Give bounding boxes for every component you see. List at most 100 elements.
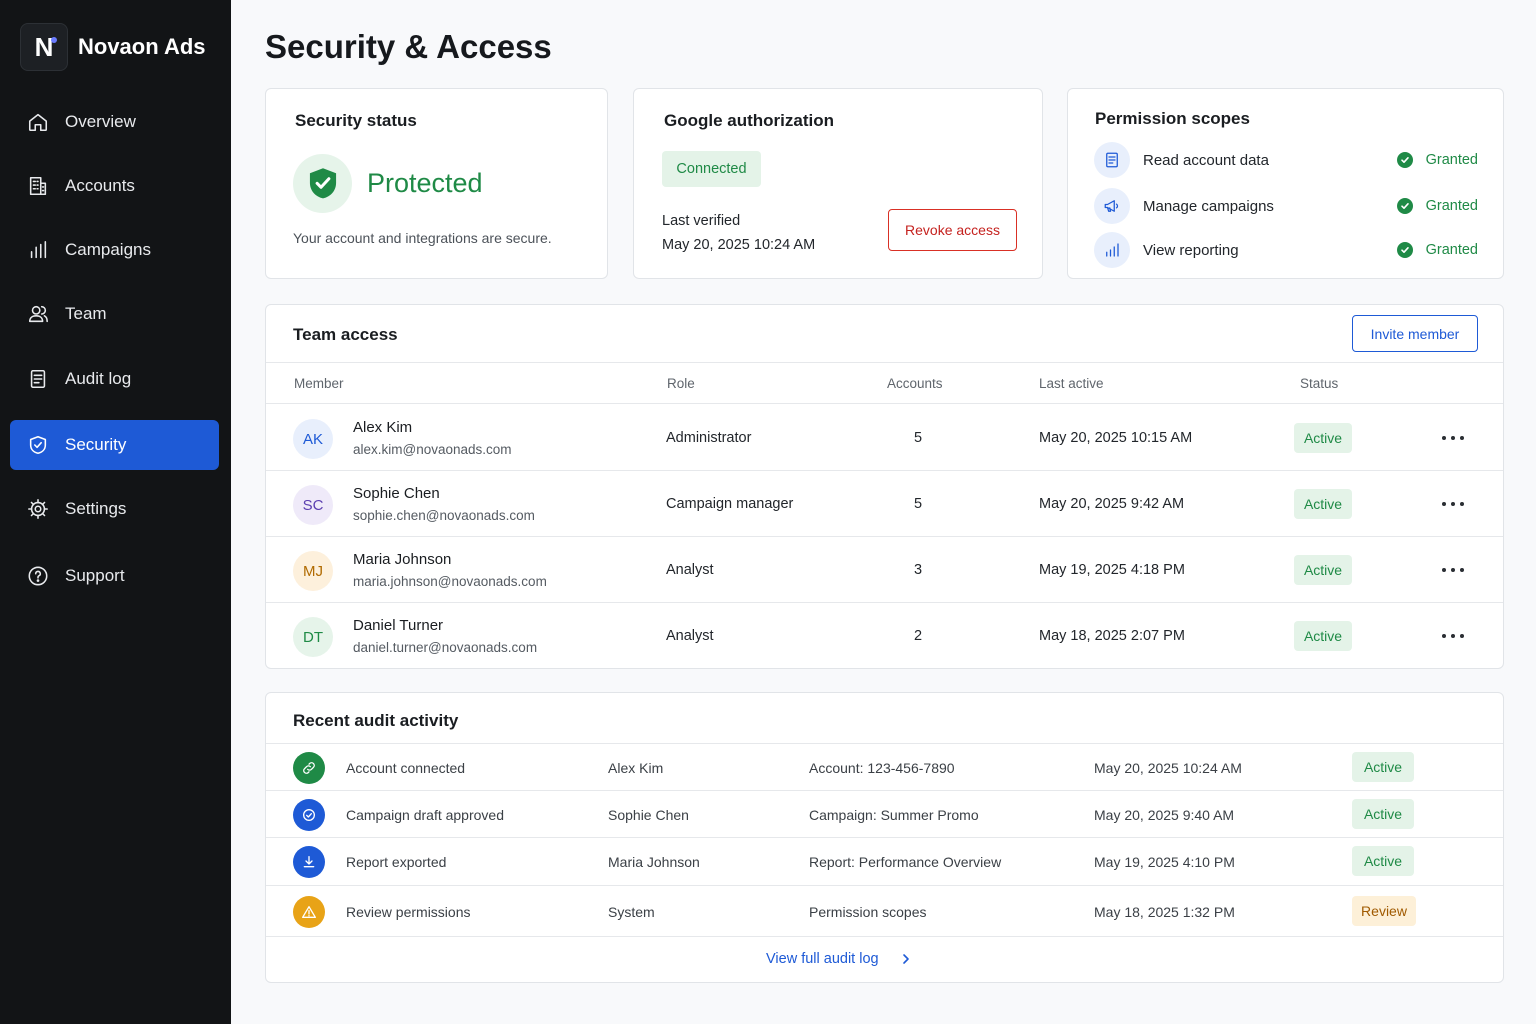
audit-target: Campaign: Summer Promo (809, 807, 979, 823)
sidebar-item-label: Team (65, 304, 107, 323)
bar-chart-icon (1094, 232, 1130, 268)
card-title: Security status (295, 111, 417, 130)
member-email: maria.johnson@novaonads.com (353, 574, 547, 589)
column-header-last-active[interactable]: Last active (1039, 376, 1104, 391)
chevron-right-icon (902, 954, 909, 964)
member-email: sophie.chen@novaonads.com (353, 508, 535, 523)
check-circle-icon (293, 799, 325, 831)
audit-time: May 19, 2025 4:10 PM (1094, 854, 1235, 870)
more-options-icon[interactable] (1442, 429, 1464, 447)
gear-icon (26, 497, 50, 521)
audit-event: Campaign draft approved (346, 807, 504, 823)
sidebar-item-label: Accounts (65, 176, 135, 195)
card-title: Recent audit activity (293, 711, 459, 730)
status-badge: Active (1352, 799, 1414, 829)
security-status-card: Security status Protected Your account a… (265, 88, 608, 279)
audit-time: May 18, 2025 1:32 PM (1094, 904, 1235, 920)
more-options-icon[interactable] (1442, 561, 1464, 579)
sidebar-item-label: Audit log (65, 369, 132, 388)
security-status-description: Your account and integrations are secure… (293, 230, 552, 246)
list-item[interactable]: Campaign draft approved Sophie Chen Camp… (266, 790, 1503, 837)
member-email: daniel.turner@novaonads.com (353, 640, 538, 655)
audit-time: May 20, 2025 10:24 AM (1094, 760, 1242, 776)
sidebar-item-support[interactable]: Support (10, 551, 219, 601)
table-row[interactable]: DT Daniel Turner daniel.turner@novaonads… (266, 603, 1503, 669)
member-role: Analyst (666, 562, 714, 578)
status-badge: Active (1352, 752, 1414, 782)
security-status-value: Protected (367, 168, 483, 198)
avatar: DT (293, 617, 333, 657)
sidebar-item-campaigns[interactable]: Campaigns (10, 225, 219, 275)
card-title: Google authorization (664, 111, 834, 130)
scope-label: Read account data (1143, 151, 1269, 169)
list-item[interactable]: Report exported Maria Johnson Report: Pe… (266, 837, 1503, 884)
scope-label: View reporting (1143, 241, 1239, 259)
sidebar-item-settings[interactable]: Settings (10, 484, 219, 534)
status-badge: Active (1294, 489, 1352, 519)
list-item[interactable]: Review permissions System Permission sco… (266, 885, 1503, 936)
last-verified-label: Last verified (662, 213, 741, 229)
member-last-active: May 18, 2025 2:07 PM (1039, 628, 1185, 644)
sidebar-item-label: Campaigns (65, 240, 151, 259)
shield-icon (26, 433, 50, 457)
sidebar-item-overview[interactable]: Overview (10, 97, 219, 147)
audit-event: Account connected (346, 760, 466, 776)
home-icon (26, 110, 50, 134)
avatar: MJ (293, 551, 333, 591)
column-header-status[interactable]: Status (1300, 376, 1338, 391)
scope-row: Read account data Granted (1094, 142, 1478, 178)
sidebar-item-label: Overview (65, 112, 136, 131)
brand[interactable]: N Novaon Ads (20, 23, 206, 71)
sidebar-item-label: Settings (65, 499, 127, 518)
page-title: Security & Access (265, 28, 552, 65)
member-accounts: 5 (913, 496, 923, 512)
list-item[interactable]: Account connected Alex Kim Account: 123-… (266, 743, 1503, 790)
sidebar-item-security[interactable]: Security (10, 420, 219, 470)
sidebar-item-label: Security (65, 435, 127, 454)
audit-event: Report exported (346, 854, 447, 870)
check-icon (1396, 198, 1413, 214)
audit-event: Review permissions (346, 904, 471, 920)
audit-time: May 20, 2025 9:40 AM (1094, 807, 1235, 823)
scope-status: Granted (1396, 152, 1478, 168)
table-row[interactable]: SC Sophie Chen sophie.chen@novaonads.com… (266, 471, 1503, 537)
sidebar-item-audit-log[interactable]: Audit log (10, 354, 219, 404)
scope-status: Granted (1396, 198, 1478, 214)
megaphone-icon (1094, 188, 1130, 224)
member-name: Maria Johnson (353, 551, 452, 568)
table-header: Member Role Accounts Last active Status (266, 362, 1503, 404)
view-full-audit-log-link[interactable]: View full audit log (766, 951, 913, 967)
audit-actor: Maria Johnson (608, 854, 700, 870)
column-header-role[interactable]: Role (667, 376, 695, 391)
help-icon (26, 564, 50, 588)
scope-status: Granted (1396, 242, 1478, 258)
avatar: SC (293, 485, 333, 525)
table-row[interactable]: AK Alex Kim alex.kim@novaonads.com Admin… (266, 405, 1503, 471)
scope-label: Manage campaigns (1143, 197, 1274, 215)
team-access-card: Team access Invite member Member Role Ac… (265, 304, 1504, 669)
status-badge: Review (1352, 896, 1416, 926)
more-options-icon[interactable] (1442, 627, 1464, 645)
more-options-icon[interactable] (1442, 495, 1464, 513)
invite-member-button[interactable]: Invite member (1352, 315, 1478, 352)
member-last-active: May 19, 2025 4:18 PM (1039, 562, 1185, 578)
table-row[interactable]: MJ Maria Johnson maria.johnson@novaonads… (266, 537, 1503, 603)
column-header-member[interactable]: Member (294, 376, 344, 391)
member-role: Administrator (666, 430, 752, 446)
bar-chart-icon (26, 238, 50, 262)
check-icon (1396, 152, 1413, 168)
sidebar-item-accounts[interactable]: Accounts (10, 161, 219, 211)
member-accounts: 5 (913, 430, 923, 446)
member-name: Alex Kim (353, 419, 413, 436)
member-last-active: May 20, 2025 10:15 AM (1039, 430, 1193, 446)
column-header-accounts[interactable]: Accounts (887, 376, 943, 391)
shield-check-icon (293, 154, 352, 213)
scope-row: Manage campaigns Granted (1094, 188, 1478, 224)
permission-scopes-card: Permission scopes Read account data Gran… (1067, 88, 1504, 279)
member-accounts: 3 (913, 562, 923, 578)
sidebar-item-team[interactable]: Team (10, 289, 219, 339)
status-badge: Active (1294, 555, 1352, 585)
link-icon (293, 752, 325, 784)
sidebar-item-label: Support (65, 566, 125, 585)
revoke-access-button[interactable]: Revoke access (888, 209, 1017, 251)
